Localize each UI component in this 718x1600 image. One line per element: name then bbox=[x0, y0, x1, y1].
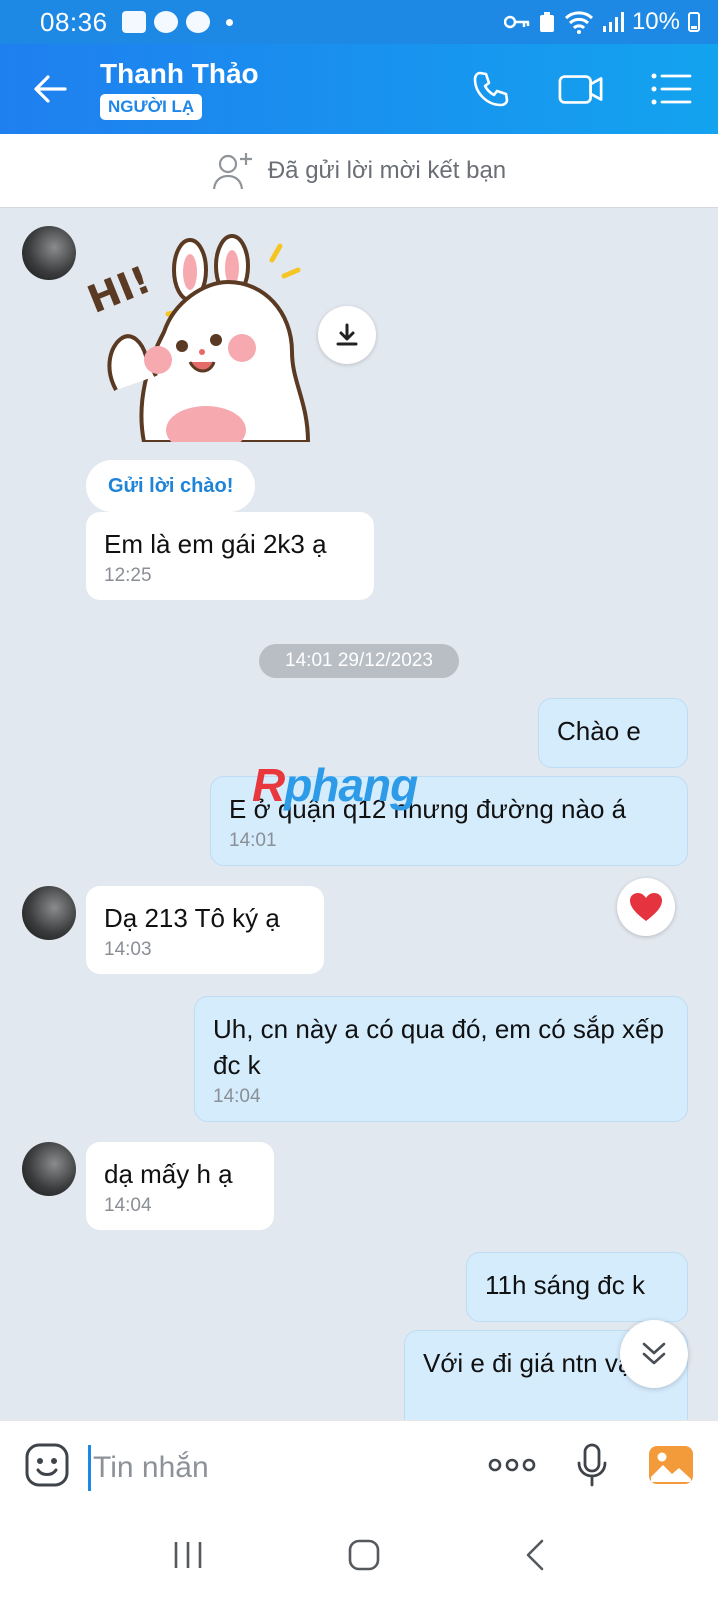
download-sticker-button[interactable] bbox=[318, 306, 376, 364]
message-text: Với e đi giá ntn vạy bbox=[423, 1348, 646, 1378]
message-time: 14:01 bbox=[229, 830, 277, 851]
home-icon bbox=[348, 1539, 380, 1570]
message-time: 14:04 bbox=[213, 1086, 261, 1107]
date-separator: 14:01 29/12/2023 bbox=[259, 644, 459, 678]
message-text: Em là em gái 2k3 ạ bbox=[104, 529, 327, 559]
send-greeting-button[interactable]: Gửi lời chào! bbox=[86, 460, 256, 512]
recent-apps-button[interactable] bbox=[173, 1541, 203, 1574]
contact-avatar[interactable] bbox=[22, 1142, 76, 1196]
message-text: Uh, cn này a có qua đó, em có sắp xếp đc… bbox=[213, 1014, 664, 1080]
wifi-icon bbox=[564, 11, 593, 34]
message-text: E ở quận q12 nhưng đường nào á bbox=[229, 794, 627, 824]
message-composer bbox=[0, 1420, 718, 1514]
contact-avatar[interactable] bbox=[22, 226, 76, 280]
message-bubble[interactable]: Chào e bbox=[538, 698, 688, 768]
message-bubble[interactable]: 11h sáng đc k bbox=[466, 1252, 688, 1322]
voice-call-button[interactable] bbox=[468, 66, 514, 112]
status-time: 08:36 bbox=[40, 6, 108, 37]
message-time: 14:03 bbox=[104, 939, 152, 960]
add-friend-icon bbox=[212, 152, 252, 189]
message-list[interactable]: HI! Gửi lời chào! Em là em gái 2k3 ạ 12:… bbox=[0, 208, 718, 1420]
battery-level: 10% bbox=[631, 8, 680, 35]
message-text: Chào e bbox=[557, 716, 641, 746]
battery-icon bbox=[688, 12, 700, 32]
more-dots-icon bbox=[488, 1458, 536, 1472]
message-text: 11h sáng đc k bbox=[485, 1270, 645, 1300]
signal-icon bbox=[602, 12, 624, 32]
message-bubble[interactable]: E ở quận q12 nhưng đường nào á 14:01 bbox=[210, 776, 688, 866]
message-text: Dạ 213 Tô ký ạ bbox=[104, 903, 280, 933]
heart-reaction-button[interactable] bbox=[617, 878, 675, 936]
image-gallery-icon bbox=[649, 1446, 693, 1484]
svg-text:HI!: HI! bbox=[86, 257, 157, 322]
stranger-badge: NGƯỜI LẠ bbox=[100, 94, 203, 120]
send-image-button[interactable] bbox=[648, 1445, 694, 1490]
voice-message-button[interactable] bbox=[576, 1443, 608, 1492]
notification-app-icon bbox=[121, 11, 146, 33]
system-navigation-bar bbox=[0, 1514, 718, 1600]
video-camera-icon bbox=[558, 75, 603, 104]
message-text: dạ mấy h ạ bbox=[104, 1159, 233, 1189]
download-icon bbox=[336, 323, 358, 346]
friend-request-status: Đã gửi lời mời kết bạn bbox=[267, 156, 507, 184]
home-button[interactable] bbox=[348, 1539, 380, 1576]
more-options-button[interactable] bbox=[488, 1457, 536, 1478]
more-notifications-dot-icon bbox=[225, 18, 233, 26]
list-menu-icon bbox=[651, 73, 692, 105]
message-bubble[interactable]: dạ mấy h ạ 14:04 bbox=[86, 1142, 274, 1230]
contact-name[interactable]: Thanh Thảo bbox=[100, 58, 259, 90]
sticker-smile-icon bbox=[25, 1443, 69, 1487]
heart-icon bbox=[630, 893, 662, 921]
chat-header: Thanh Thảo NGƯỜI LẠ bbox=[0, 44, 718, 134]
message-input[interactable] bbox=[93, 1450, 453, 1485]
recent-apps-icon bbox=[174, 1541, 201, 1568]
message-time: 14:04 bbox=[104, 1195, 152, 1216]
phone-icon bbox=[473, 71, 509, 107]
message-bubble[interactable]: Em là em gái 2k3 ạ 12:25 bbox=[86, 512, 374, 600]
contact-avatar[interactable] bbox=[22, 886, 76, 940]
emoji-button[interactable] bbox=[24, 1442, 70, 1493]
recycle-icon bbox=[539, 12, 554, 32]
text-cursor bbox=[88, 1444, 91, 1491]
double-chevron-down-icon bbox=[642, 1342, 666, 1365]
chevron-left-icon bbox=[527, 1539, 544, 1570]
scroll-to-bottom-button[interactable] bbox=[620, 1320, 688, 1388]
back-button[interactable] bbox=[30, 69, 70, 109]
video-call-button[interactable] bbox=[558, 66, 604, 112]
microphone-icon bbox=[577, 1443, 607, 1487]
notification-messenger-icon bbox=[185, 11, 210, 33]
notification-chat-icon bbox=[153, 11, 178, 33]
status-bar: 08:36 10% bbox=[0, 0, 718, 44]
chat-options-button[interactable] bbox=[648, 66, 694, 112]
arrow-left-icon bbox=[34, 75, 67, 103]
message-bubble[interactable]: Uh, cn này a có qua đó, em có sắp xếp đc… bbox=[194, 996, 688, 1122]
key-icon bbox=[503, 15, 530, 29]
system-back-button[interactable] bbox=[525, 1539, 545, 1576]
message-bubble[interactable]: Dạ 213 Tô ký ạ 14:03 bbox=[86, 886, 324, 974]
message-time: 12:25 bbox=[104, 565, 152, 586]
friend-request-banner: Đã gửi lời mời kết bạn bbox=[0, 134, 718, 208]
hi-bunny-sticker[interactable]: HI! bbox=[86, 230, 314, 442]
